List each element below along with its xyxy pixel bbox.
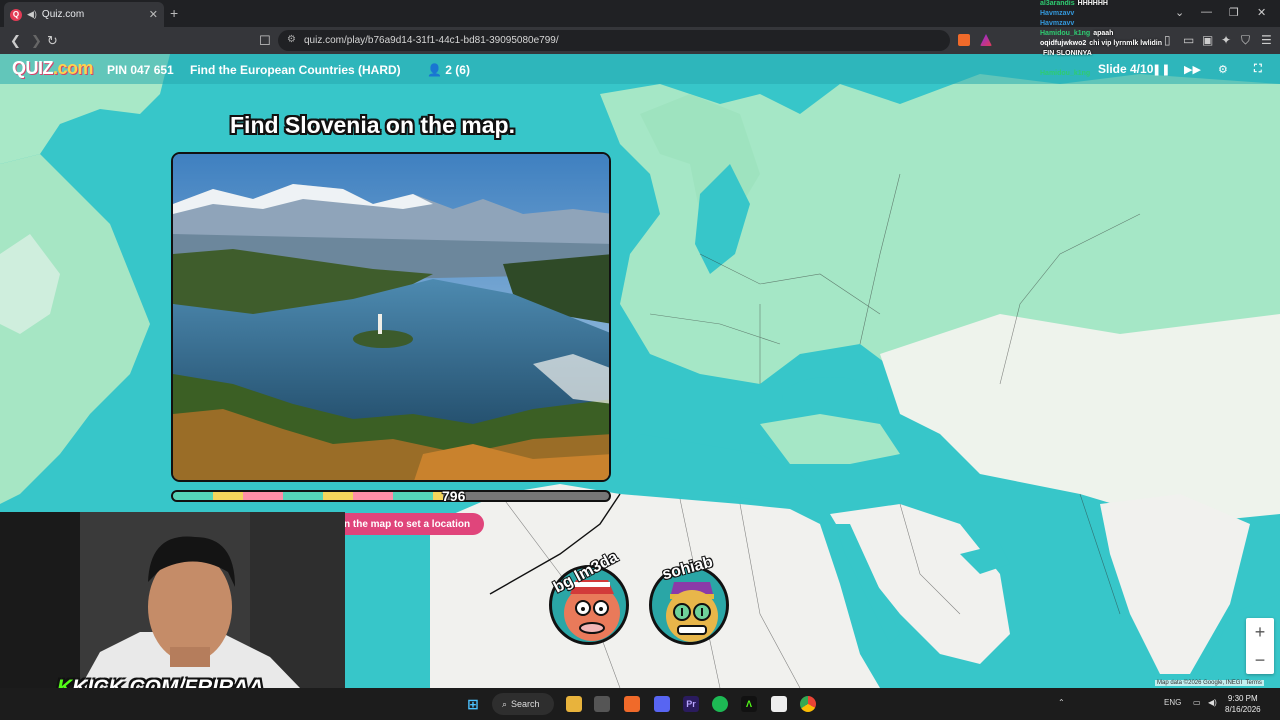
address-bar[interactable]: ⚙ quiz.com/play/b76a9d14-31f1-44c1-bd81-… <box>278 30 950 51</box>
language-indicator[interactable]: ENG <box>1164 698 1181 707</box>
taskbar-search[interactable]: ⌕ Search <box>492 693 554 715</box>
chat-message: Hamidou_k1ng apaah <box>1040 30 1114 37</box>
network-icon[interactable]: ▭ <box>1193 698 1201 707</box>
kick-app-icon[interactable]: Λ <box>741 696 757 712</box>
brave-rewards-icon[interactable] <box>980 34 992 46</box>
chat-message: FIN SLONINYA <box>1043 50 1092 57</box>
screen: Q ◀) Quiz.com ✕ + ⌄ — ❐ ✕ ❮ ❯ ↻ ☐ ⚙ quiz… <box>0 0 1280 720</box>
spotify-icon[interactable] <box>712 696 728 712</box>
person-icon: 👤 <box>427 63 446 77</box>
premiere-icon[interactable]: Pr <box>683 696 699 712</box>
back-icon[interactable]: ❮ <box>10 33 21 49</box>
tab-title: Quiz.com <box>41 9 85 20</box>
windows-taskbar: ⊞ ⌕ Search Pr Λ ⌃ ENG ▭ ◀) 9:30 PM 8/16/20… <box>0 688 1280 720</box>
quiz-logo[interactable]: QUIZ.com <box>12 58 94 79</box>
app-icon[interactable] <box>594 696 610 712</box>
speaker-icon[interactable]: ◀) <box>27 9 37 20</box>
set-location-hint: n the map to set a location <box>322 513 484 535</box>
browser-tab[interactable]: Q ◀) Quiz.com ✕ <box>4 2 164 27</box>
document-icon[interactable] <box>771 696 787 712</box>
chat-message: Hamidou_k1ng <box>1040 70 1091 77</box>
chat-message: al3arandis HHHHHH <box>1040 0 1108 7</box>
question-photo <box>171 152 611 482</box>
system-clock[interactable]: 9:30 PM 8/16/2026 <box>1225 693 1261 715</box>
search-icon: ⌕ <box>502 698 508 709</box>
zoom-out-button[interactable]: − <box>1246 646 1274 674</box>
game-pin: PIN 047 651 <box>107 63 174 77</box>
brave-browser-icon[interactable] <box>624 696 640 712</box>
chat-message: Havmzavv <box>1040 10 1075 17</box>
map-zoom-control: + − <box>1246 618 1274 674</box>
map-attribution: Map data ©2026 Google, INEGI Terms <box>1155 680 1264 686</box>
chat-message: oqidfujwkwo2 chi vip lyrnmlk lwlidin <box>1040 40 1163 47</box>
stream-chat: al3arandis HHHHHH Havmzavv Havmzavv Hamid… <box>1040 0 1280 160</box>
site-info-icon[interactable]: ⚙ <box>287 34 296 45</box>
discord-icon[interactable] <box>654 696 670 712</box>
close-tab-icon[interactable]: ✕ <box>149 8 158 21</box>
brave-shield-icon[interactable] <box>958 34 970 46</box>
streamer-webcam <box>0 512 345 688</box>
terms-link[interactable]: Terms <box>1245 680 1261 686</box>
file-explorer-icon[interactable] <box>566 696 582 712</box>
url-text: quiz.com/play/b76a9d14-31f1-44c1-bd81-39… <box>304 35 559 46</box>
timer-fill <box>173 492 444 500</box>
timer-value: 796 <box>442 488 466 504</box>
bookmark-icon[interactable]: ☐ <box>259 33 271 49</box>
chrome-icon[interactable] <box>800 696 816 712</box>
volume-icon[interactable]: ◀) <box>1208 698 1217 707</box>
quiz-favicon-icon: Q <box>10 8 22 21</box>
tray-chevron-icon[interactable]: ⌃ <box>1058 698 1065 707</box>
new-tab-icon[interactable]: + <box>170 5 178 21</box>
reload-icon[interactable]: ↻ <box>47 33 58 49</box>
forward-icon[interactable]: ❯ <box>31 33 42 49</box>
chat-message: Havmzavv <box>1040 20 1075 27</box>
zoom-in-button[interactable]: + <box>1246 618 1274 646</box>
windows-start-icon[interactable]: ⊞ <box>465 696 481 712</box>
player-count: 👤 2 (6) <box>427 63 470 77</box>
question-text: Find Slovenia on the map. <box>230 112 515 138</box>
timer-bar <box>171 490 611 502</box>
game-name: Find the European Countries (HARD) <box>190 63 401 77</box>
